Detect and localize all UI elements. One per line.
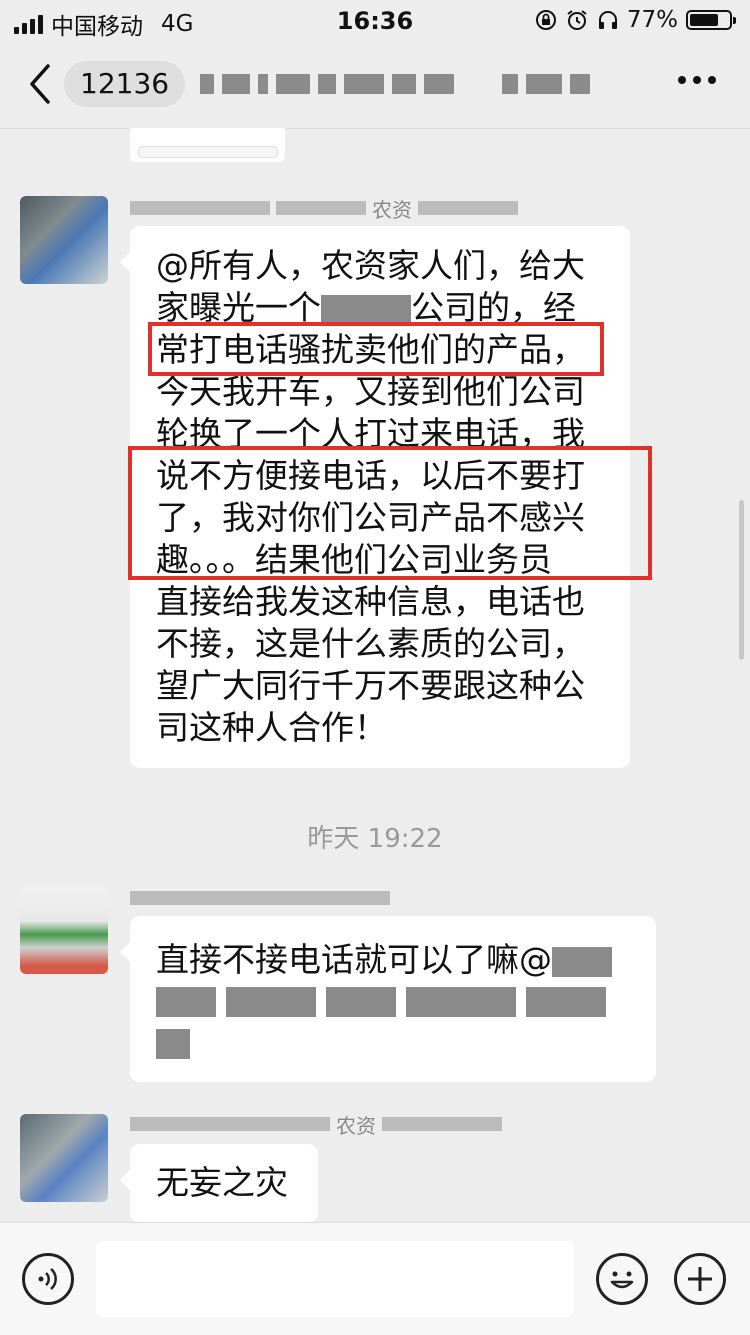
message-bubble[interactable]: 无妄之灾 [120, 1144, 318, 1222]
redacted-line [156, 1023, 630, 1065]
message-line: 望广大同行千万不要跟这种公 [156, 666, 585, 705]
message-line: 司这种人合作！ [156, 708, 387, 747]
avatar[interactable] [20, 196, 108, 284]
message-line: 今天我开车，又接到他们公司 [156, 372, 585, 411]
previous-card-message[interactable] [130, 128, 285, 162]
scrollbar[interactable] [739, 500, 744, 660]
headphones-icon [598, 11, 617, 29]
voice-icon[interactable] [22, 1253, 74, 1305]
message-bubble[interactable]: 直接不接电话就可以了嘛@ [120, 916, 656, 1082]
avatar[interactable] [20, 1114, 108, 1202]
message-line: 直接给我发这种信息，电话也 [156, 582, 585, 621]
plus-icon[interactable] [674, 1253, 726, 1305]
sender-name: 农资 [130, 196, 518, 222]
orientation-lock-icon [535, 10, 556, 30]
emoji-icon[interactable] [596, 1253, 648, 1305]
sender-name-fragment: 农资 [336, 1113, 376, 1138]
redacted-text [552, 946, 612, 977]
timestamp: 昨天 19:22 [307, 824, 443, 854]
status-bar: 中国移动 4G 16:36 77% [0, 0, 750, 42]
chevron-left-icon[interactable] [26, 62, 56, 106]
alarm-icon [567, 10, 587, 30]
sender-name: 农资 [130, 1112, 502, 1138]
avatar[interactable] [20, 886, 108, 974]
sender-name [130, 886, 390, 910]
message-line: 直接不接电话就可以了嘛@ [156, 939, 630, 981]
more-dots-icon[interactable] [678, 76, 716, 84]
message-line: 不接，这是什么素质的公司， [156, 624, 585, 663]
redacted-text [321, 294, 411, 325]
battery-percent: 77% [626, 7, 678, 33]
sender-name-fragment: 农资 [372, 197, 412, 222]
unread-count-badge[interactable]: 12136 [64, 61, 186, 107]
battery-icon [686, 10, 736, 30]
chat-header: 12136 [0, 42, 750, 129]
message-input[interactable] [96, 1241, 574, 1317]
redacted-line [156, 981, 630, 1023]
chat-title-redacted [200, 66, 620, 102]
input-bar [0, 1222, 750, 1335]
message-line: @所有人，农资家人们，给大 [156, 246, 585, 285]
highlight-box [148, 322, 604, 376]
highlight-box [128, 446, 652, 580]
message-text: 无妄之灾 [156, 1163, 288, 1202]
